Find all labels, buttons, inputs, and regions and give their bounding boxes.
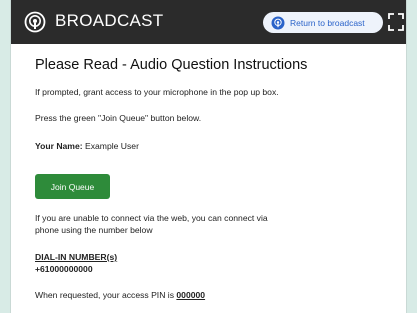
return-to-broadcast-button[interactable]: Return to broadcast (263, 12, 383, 33)
pin-text: When requested, your access PIN is (35, 290, 174, 300)
broadcast-icon (24, 11, 46, 33)
instructions-content: Please Read - Audio Question Instruction… (11, 44, 406, 313)
join-queue-button[interactable]: Join Queue (35, 174, 110, 199)
fullscreen-icon[interactable] (388, 13, 404, 31)
page-title: Please Read - Audio Question Instruction… (35, 57, 308, 73)
phone-instruction-line1: If you are unable to connect via the web… (35, 213, 268, 223)
broadcast-icon (271, 16, 285, 29)
dial-in-label: DIAL-IN NUMBER(s) (35, 252, 118, 262)
pin-line: When requested, your access PIN is 00000… (35, 290, 205, 300)
app-title: BROADCAST (55, 11, 164, 30)
user-name-line: Your Name: Example User (35, 141, 139, 151)
pin-value: 000000 (176, 290, 206, 300)
phone-instruction-line2: phone using the number below (35, 225, 153, 235)
dial-in-number: +61000000000 (35, 264, 93, 274)
broadcast-panel: BROADCAST Return to broadcast Please Rea… (11, 0, 406, 313)
name-value: Example User (84, 141, 139, 151)
instruction-join: Press the green "Join Queue" button belo… (35, 113, 202, 123)
header-bar: BROADCAST Return to broadcast (11, 0, 406, 44)
instruction-microphone: If prompted, grant access to your microp… (35, 87, 279, 97)
name-label: Your Name: (35, 141, 83, 151)
return-label: Return to broadcast (290, 17, 365, 28)
